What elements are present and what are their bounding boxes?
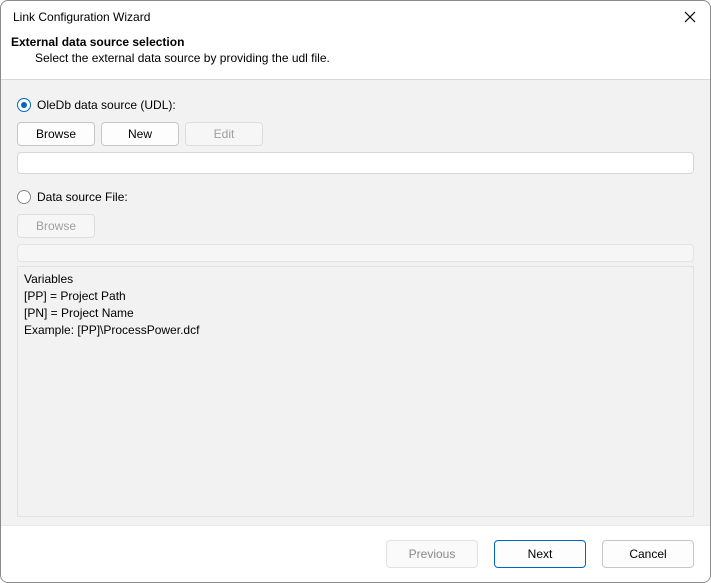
close-icon bbox=[684, 11, 696, 23]
variables-line-example: Example: [PP]\ProcessPower.dcf bbox=[24, 322, 687, 339]
udl-new-button[interactable]: New bbox=[101, 122, 179, 146]
udl-edit-button: Edit bbox=[185, 122, 263, 146]
previous-button[interactable]: Previous bbox=[386, 540, 478, 568]
variables-line-pp: [PP] = Project Path bbox=[24, 288, 687, 305]
file-button-group: Browse bbox=[17, 214, 694, 238]
cancel-button[interactable]: Cancel bbox=[602, 540, 694, 568]
wizard-body: OleDb data source (UDL): Browse New Edit… bbox=[1, 80, 710, 525]
option-file-row: Data source File: bbox=[17, 190, 694, 204]
radio-file-label: Data source File: bbox=[37, 190, 128, 204]
udl-path-input[interactable] bbox=[17, 152, 694, 174]
page-subtitle: Select the external data source by provi… bbox=[11, 51, 694, 65]
wizard-header: External data source selection Select th… bbox=[1, 29, 710, 80]
file-path-input bbox=[17, 244, 694, 262]
close-button[interactable] bbox=[682, 9, 698, 25]
next-button[interactable]: Next bbox=[494, 540, 586, 568]
udl-button-group: Browse New Edit bbox=[17, 122, 694, 146]
wizard-footer: Previous Next Cancel bbox=[1, 525, 710, 582]
udl-browse-button[interactable]: Browse bbox=[17, 122, 95, 146]
window-title: Link Configuration Wizard bbox=[13, 10, 150, 24]
radio-file[interactable] bbox=[17, 190, 31, 204]
wizard-window: Link Configuration Wizard External data … bbox=[0, 0, 711, 583]
title-bar: Link Configuration Wizard bbox=[1, 1, 710, 29]
variables-panel: Variables [PP] = Project Path [PN] = Pro… bbox=[17, 266, 694, 517]
variables-line-pn: [PN] = Project Name bbox=[24, 305, 687, 322]
option-udl-row: OleDb data source (UDL): bbox=[17, 98, 694, 112]
page-title: External data source selection bbox=[11, 35, 694, 49]
radio-udl-label: OleDb data source (UDL): bbox=[37, 98, 176, 112]
radio-udl[interactable] bbox=[17, 98, 31, 112]
file-browse-button: Browse bbox=[17, 214, 95, 238]
variables-heading: Variables bbox=[24, 271, 687, 288]
